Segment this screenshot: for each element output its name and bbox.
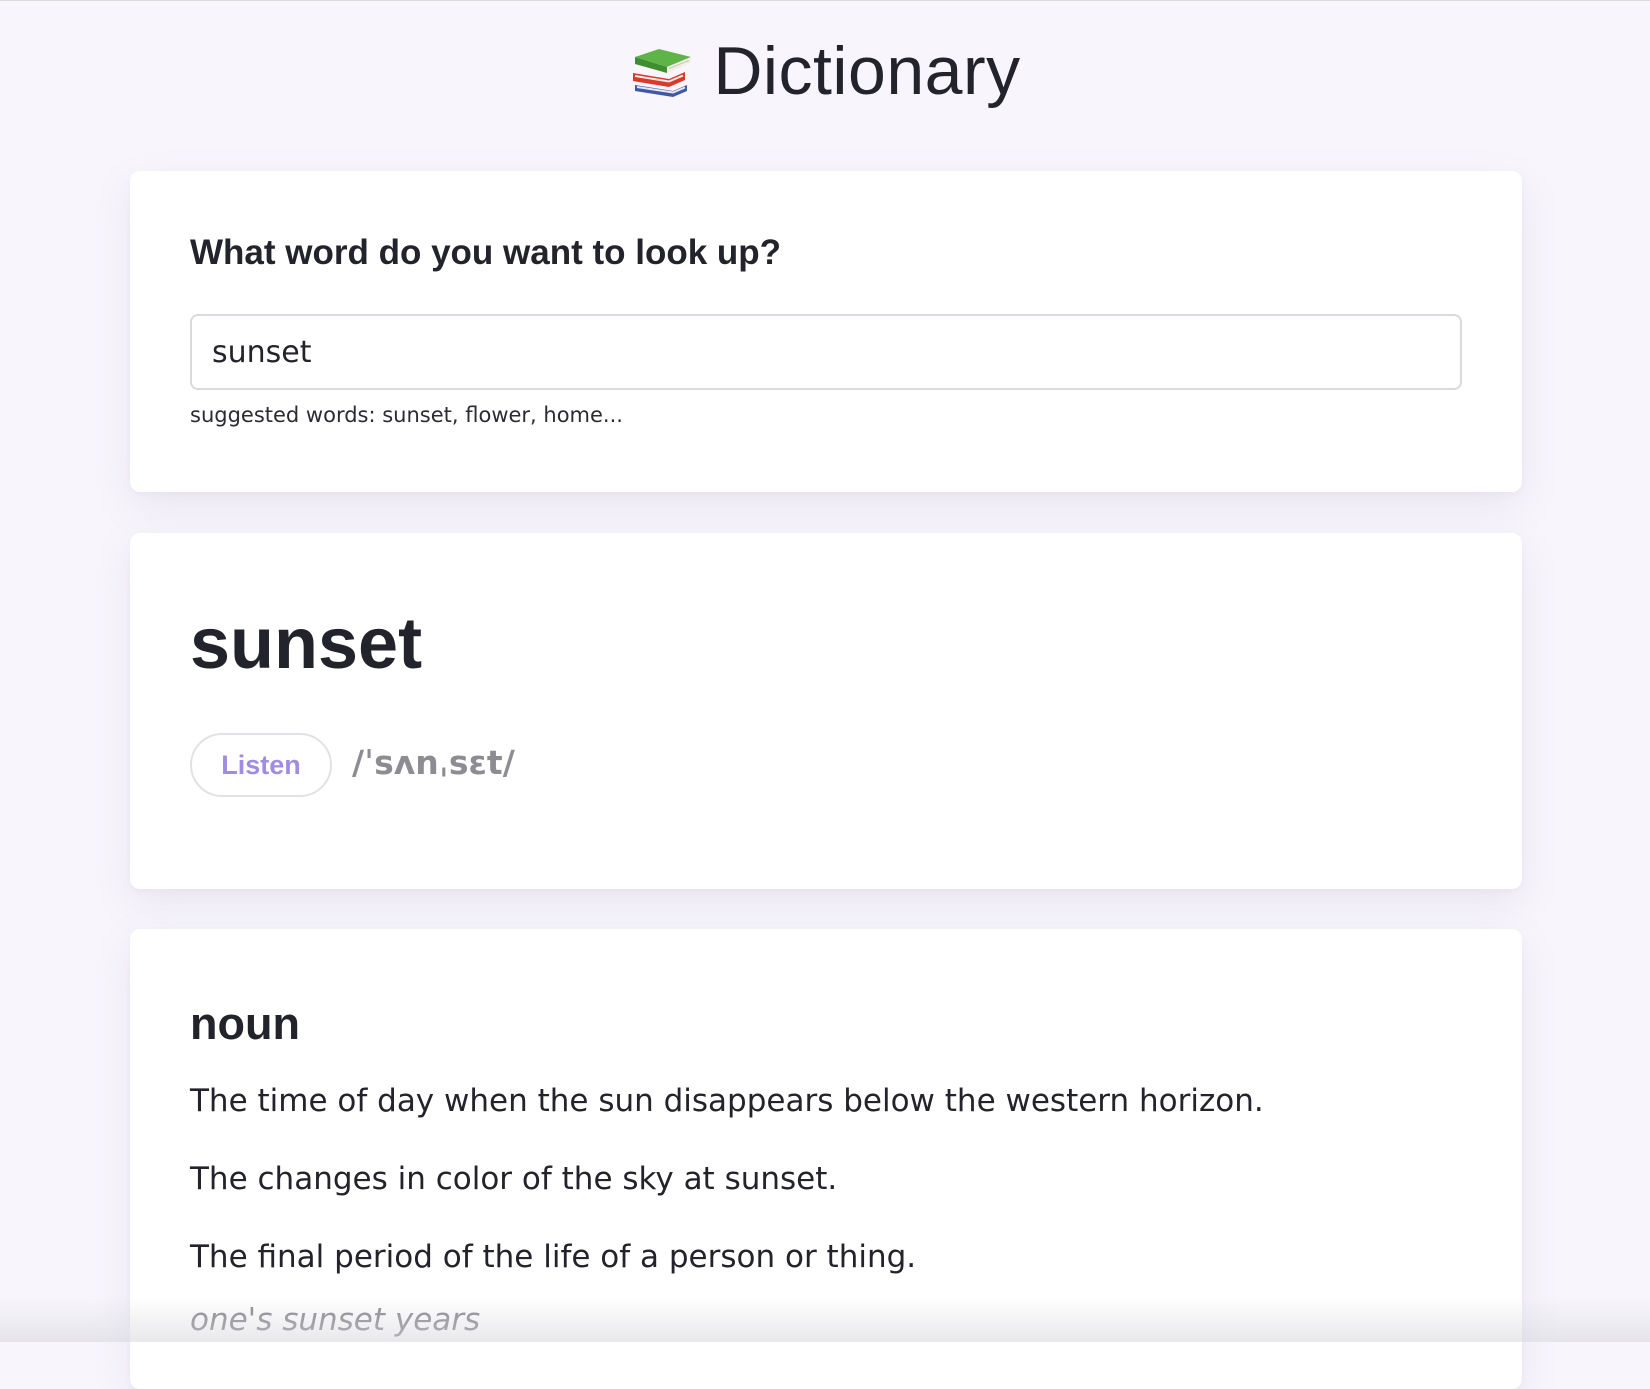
suggested-words: suggested words: sunset, flower, home... — [190, 403, 623, 427]
usage-example: one's sunset years — [190, 1302, 481, 1338]
app-title-text: Dictionary — [713, 33, 1021, 109]
books-icon — [633, 49, 692, 97]
search-card: What word do you want to look up? sugges… — [130, 171, 1522, 492]
definition: The final period of the life of a person… — [190, 1239, 917, 1275]
definition: The time of day when the sun disappears … — [190, 1083, 1264, 1119]
search-input[interactable] — [190, 314, 1462, 390]
part-of-speech: noun — [190, 998, 300, 1049]
phonetic-transcription: /ˈsʌnˌsɛt/ — [352, 743, 515, 782]
definition-list: The time of day when the sun disappears … — [190, 1079, 1462, 1313]
definition: The changes in color of the sky at sunse… — [190, 1161, 838, 1197]
word-card: sunset Listen /ˈsʌnˌsɛt/ — [130, 533, 1522, 889]
search-question: What word do you want to look up? — [190, 233, 782, 272]
app-header: Dictionary — [0, 1, 1650, 141]
listen-button[interactable]: Listen — [190, 733, 332, 797]
meaning-card: noun The time of day when the sun disapp… — [130, 929, 1522, 1389]
headword: sunset — [190, 604, 423, 684]
page-title: Dictionary — [629, 37, 1020, 105]
